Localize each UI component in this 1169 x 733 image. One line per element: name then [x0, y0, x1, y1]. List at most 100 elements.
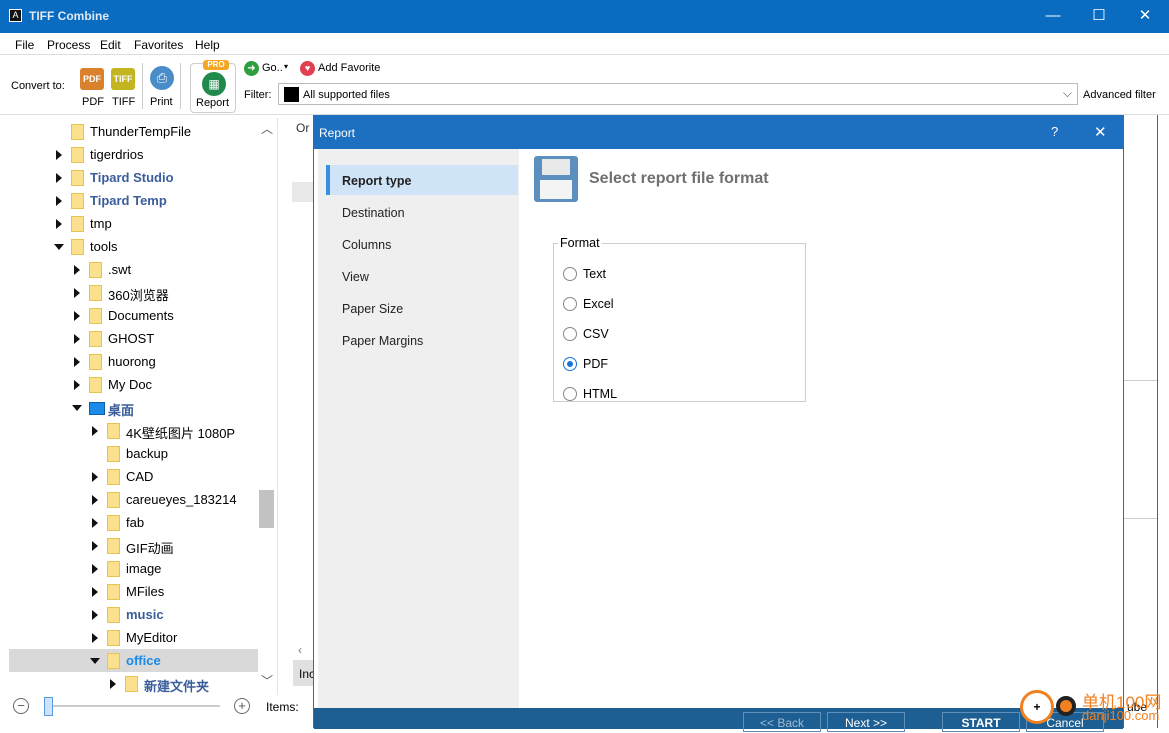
tree-item[interactable]: 4K壁纸图片 1080P [9, 419, 258, 442]
tree-item[interactable]: GHOST [9, 327, 258, 350]
menu-file[interactable]: File [15, 38, 34, 52]
nav-item[interactable]: Paper Margins [326, 325, 518, 355]
collapsed-arrow-icon[interactable] [92, 426, 98, 436]
go-button[interactable]: ➜ Go.. ▾ [244, 61, 294, 77]
tree-item[interactable]: tigerdrios [9, 143, 258, 166]
scroll-up-icon[interactable]: ︿ [261, 120, 273, 137]
format-radio[interactable]: Text [563, 267, 763, 283]
folder-icon [107, 584, 120, 600]
menu-process[interactable]: Process [47, 38, 90, 52]
collapsed-arrow-icon[interactable] [74, 265, 80, 275]
collapsed-arrow-icon[interactable] [92, 564, 98, 574]
tree-item[interactable]: careueyes_183214 [9, 488, 258, 511]
tree-item[interactable]: Tipard Studio [9, 166, 258, 189]
scroll-down-icon[interactable]: ﹀ [261, 672, 273, 689]
menu-favorites[interactable]: Favorites [134, 38, 183, 52]
expanded-arrow-icon[interactable] [54, 244, 64, 250]
maximize-button[interactable]: ☐ [1084, 6, 1114, 26]
zoom-slider-thumb[interactable] [44, 697, 53, 716]
radio-circle[interactable] [563, 387, 577, 401]
format-radio[interactable]: PDF [563, 357, 763, 373]
tree-item[interactable]: backup [9, 442, 258, 465]
collapsed-arrow-icon[interactable] [92, 518, 98, 528]
collapsed-arrow-icon[interactable] [56, 150, 62, 160]
expanded-arrow-icon[interactable] [90, 658, 100, 664]
convert-pdf-button[interactable]: PDF PDF [80, 68, 104, 116]
collapsed-arrow-icon[interactable] [56, 196, 62, 206]
close-button[interactable]: ✕ [1130, 6, 1160, 26]
print-button[interactable]: ⎙ Print [149, 66, 175, 114]
tree-item[interactable]: Tipard Temp [9, 189, 258, 212]
folder-icon [71, 216, 84, 232]
collapsed-arrow-icon[interactable] [92, 587, 98, 597]
collapsed-arrow-icon[interactable] [74, 357, 80, 367]
next-button[interactable]: Next >> [827, 712, 905, 732]
filter-select[interactable]: All supported files ⌵ [278, 83, 1078, 105]
nav-item[interactable]: View [326, 261, 518, 291]
report-button[interactable]: PRO ▦ Report [190, 60, 236, 113]
zoom-in-icon[interactable]: + [234, 698, 250, 714]
tree-item[interactable]: ThunderTempFile [9, 120, 258, 143]
minimize-button[interactable]: — [1038, 6, 1068, 26]
tree-item[interactable]: My Doc [9, 373, 258, 396]
nav-item[interactable]: Columns [326, 229, 518, 259]
radio-circle[interactable] [563, 297, 577, 311]
menu-help[interactable]: Help [195, 38, 220, 52]
add-favorite-button[interactable]: ♥ Add Favorite [300, 61, 385, 77]
tree-item[interactable]: fab [9, 511, 258, 534]
tree-item[interactable]: office [9, 649, 258, 672]
format-radio[interactable]: HTML [563, 387, 763, 403]
radio-circle[interactable] [563, 327, 577, 341]
start-button[interactable]: START [942, 712, 1020, 732]
format-radio[interactable]: CSV [563, 327, 763, 343]
tree-item[interactable]: Documents [9, 304, 258, 327]
tree-item[interactable]: GIF动画 [9, 534, 258, 557]
collapsed-arrow-icon[interactable] [92, 472, 98, 482]
collapsed-arrow-icon[interactable] [110, 679, 116, 689]
tree-item[interactable]: CAD [9, 465, 258, 488]
nav-item[interactable]: Report type [326, 165, 518, 195]
advanced-filter-link[interactable]: Advanced filter [1083, 89, 1156, 101]
zoom-out-icon[interactable]: − [13, 698, 29, 714]
tree-item[interactable]: tmp [9, 212, 258, 235]
collapsed-arrow-icon[interactable] [74, 380, 80, 390]
tree-item[interactable]: tools [9, 235, 258, 258]
collapsed-arrow-icon[interactable] [92, 495, 98, 505]
format-radio[interactable]: Excel [563, 297, 763, 313]
collapsed-arrow-icon[interactable] [92, 541, 98, 551]
dialog-close-button[interactable]: ✕ [1094, 123, 1107, 141]
convert-tiff-button[interactable]: TIFF TIFF [111, 68, 137, 116]
tree-item[interactable]: 360浏览器 [9, 281, 258, 304]
tiff-label: TIFF [112, 96, 136, 108]
collapsed-arrow-icon[interactable] [56, 219, 62, 229]
tree-item[interactable]: MyEditor [9, 626, 258, 649]
nav-item[interactable]: Paper Size [326, 293, 518, 323]
tree-item-label: 360浏览器 [108, 288, 169, 303]
back-button[interactable]: << Back [743, 712, 821, 732]
tree-item[interactable]: MFiles [9, 580, 258, 603]
expanded-arrow-icon[interactable] [72, 405, 82, 411]
tree-item[interactable]: .swt [9, 258, 258, 281]
collapsed-arrow-icon[interactable] [74, 334, 80, 344]
tree-item-label: Tipard Temp [90, 193, 167, 208]
collapsed-arrow-icon[interactable] [92, 633, 98, 643]
scroll-left-icon[interactable]: ‹ [298, 643, 302, 657]
tree-item[interactable]: music [9, 603, 258, 626]
tree-item[interactable]: 桌面 [9, 396, 258, 419]
collapsed-arrow-icon[interactable] [74, 288, 80, 298]
radio-circle[interactable] [563, 267, 577, 281]
collapsed-arrow-icon[interactable] [92, 610, 98, 620]
collapsed-arrow-icon[interactable] [56, 173, 62, 183]
format-group: Format Text Excel CSV PDF HTML [553, 236, 806, 402]
zoom-slider[interactable] [45, 705, 220, 707]
collapsed-arrow-icon[interactable] [74, 311, 80, 321]
tree-item[interactable]: huorong [9, 350, 258, 373]
tree-item-label: My Doc [108, 377, 153, 392]
help-button[interactable]: ? [1051, 124, 1058, 139]
tree-item[interactable]: image [9, 557, 258, 580]
radio-circle[interactable] [563, 357, 577, 371]
nav-item[interactable]: Destination [326, 197, 518, 227]
menu-edit[interactable]: Edit [100, 38, 121, 52]
tree-item[interactable]: 新建文件夹 [9, 672, 258, 695]
tree-scrollbar-thumb[interactable] [259, 490, 274, 528]
